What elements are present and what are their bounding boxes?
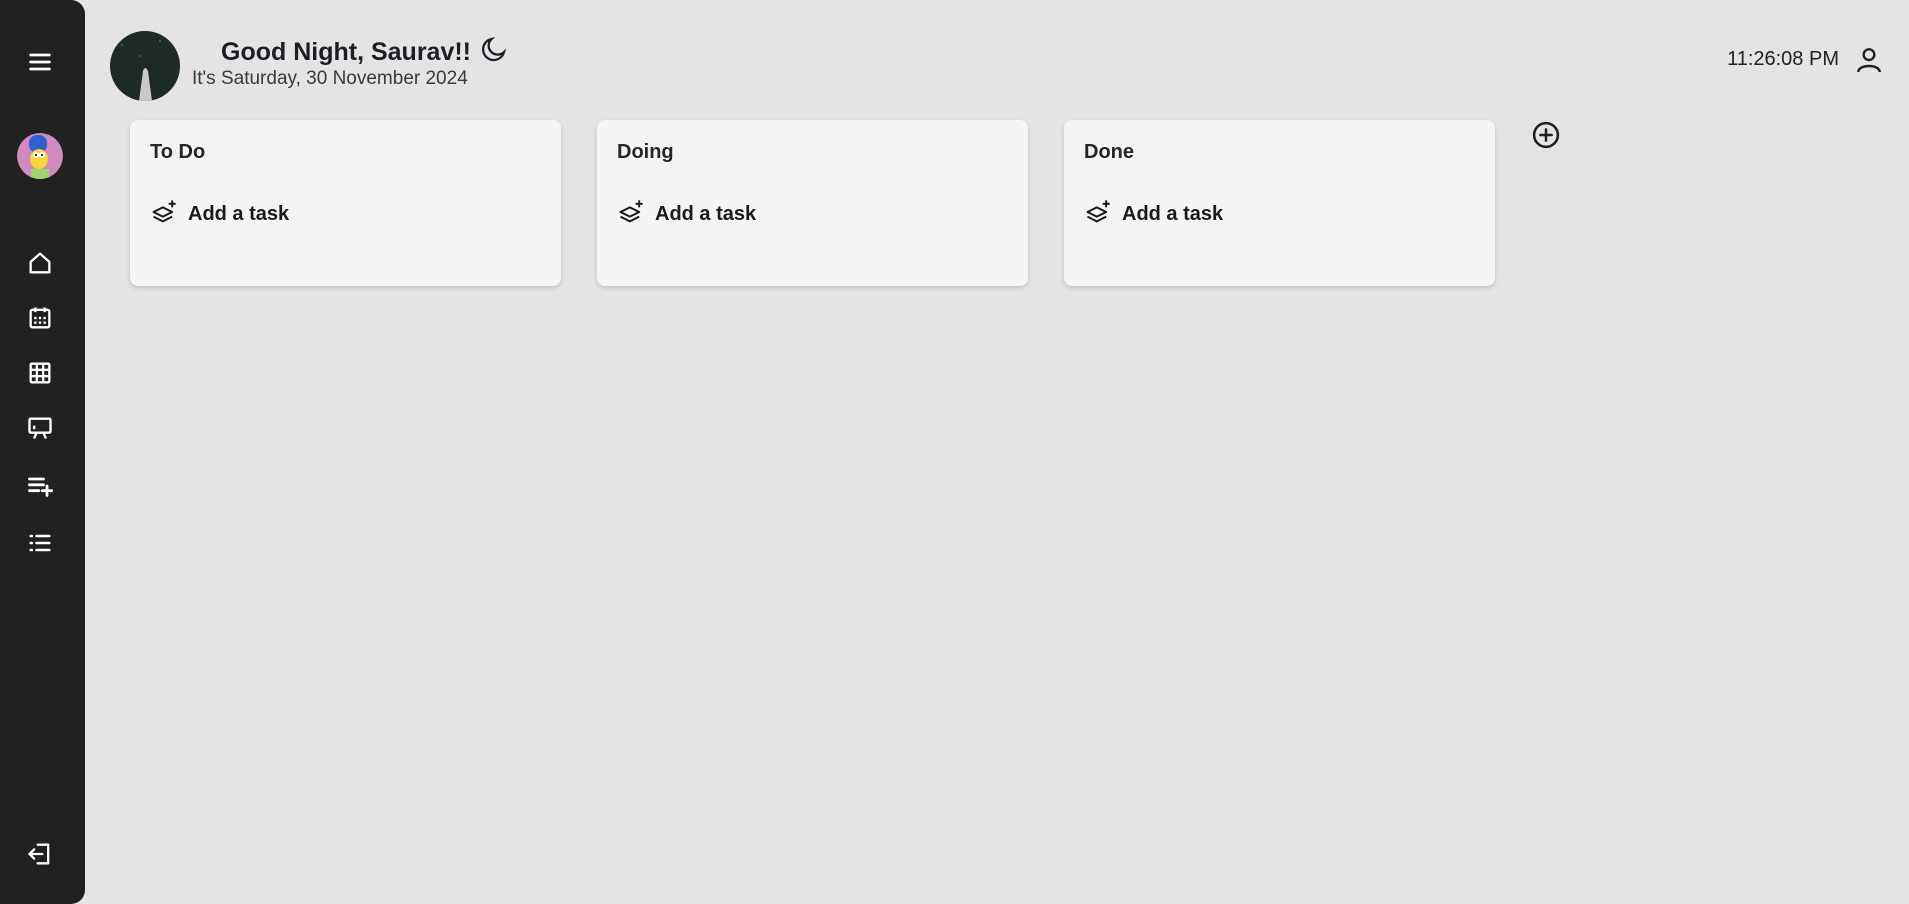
profile-avatar[interactable] bbox=[17, 133, 63, 179]
home-icon[interactable] bbox=[22, 245, 58, 281]
add-layer-icon bbox=[150, 198, 178, 231]
board-title: Done bbox=[1084, 141, 1134, 163]
board-doing: Doing Add a task bbox=[597, 120, 1028, 286]
greeting-text: Good Night, Saurav!! bbox=[221, 38, 471, 66]
add-task-label: Add a task bbox=[1122, 203, 1224, 225]
board-title: To Do bbox=[150, 141, 206, 163]
calendar-icon[interactable] bbox=[22, 300, 58, 336]
sidebar bbox=[0, 0, 85, 904]
board-title: Doing bbox=[617, 141, 674, 163]
header-avatar bbox=[110, 31, 180, 101]
clock: 11:26:08 PM bbox=[1727, 48, 1839, 70]
date-line: It's Saturday, 30 November 2024 bbox=[192, 68, 468, 89]
add-task-button[interactable]: Add a task bbox=[617, 198, 756, 231]
add-task-label: Add a task bbox=[655, 203, 757, 225]
logout-icon[interactable] bbox=[22, 836, 58, 872]
board-todo: To Do Add a task bbox=[130, 120, 561, 286]
add-task-button[interactable]: Add a task bbox=[150, 198, 289, 231]
board-done: Done Add a task bbox=[1064, 120, 1495, 286]
user-icon[interactable] bbox=[1853, 44, 1885, 76]
add-task-label: Add a task bbox=[188, 203, 290, 225]
add-layer-icon bbox=[1084, 198, 1112, 231]
greeting: Good Night, Saurav!! bbox=[221, 34, 509, 71]
presentation-icon[interactable] bbox=[22, 410, 58, 446]
add-board-icon[interactable] bbox=[1531, 120, 1561, 150]
grid-icon[interactable] bbox=[22, 355, 58, 391]
list-icon[interactable] bbox=[22, 525, 58, 561]
moon-icon bbox=[479, 34, 509, 71]
add-layer-icon bbox=[617, 198, 645, 231]
playlist-add-icon[interactable] bbox=[22, 468, 58, 504]
menu-icon[interactable] bbox=[22, 44, 58, 80]
add-task-button[interactable]: Add a task bbox=[1084, 198, 1223, 231]
